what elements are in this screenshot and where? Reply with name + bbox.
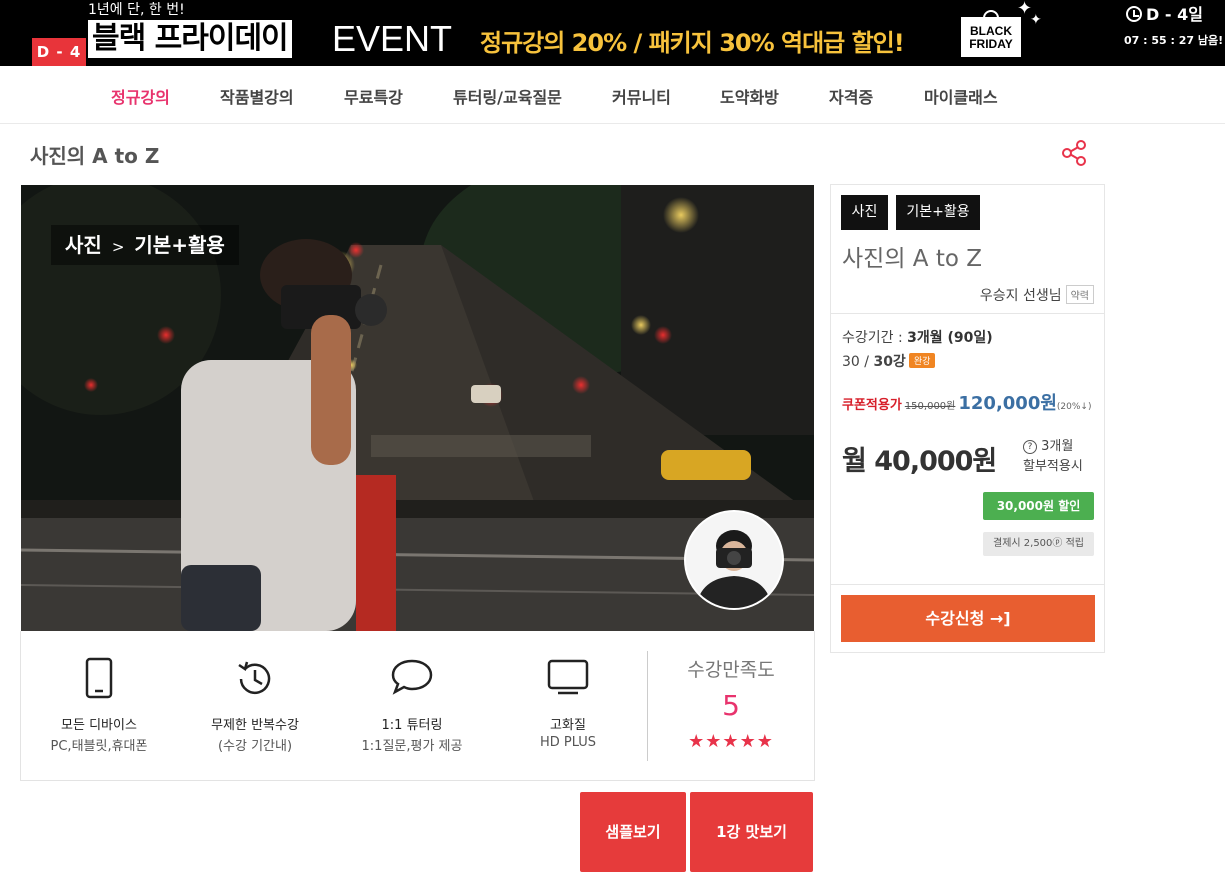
installment-months: 3개월 <box>1041 439 1074 454</box>
feature-desc: PC,태블릿,휴대폰 <box>50 739 148 754</box>
d-day-badge: D - 4 <box>32 38 86 66</box>
share-icon[interactable] <box>1059 138 1089 168</box>
feature-title: 모든 디바이스 <box>61 718 137 733</box>
nav-item-community[interactable]: 커뮤니티 <box>612 84 671 108</box>
final-price: 120,000원 <box>958 393 1057 414</box>
breadcrumb-category[interactable]: 사진 <box>65 233 102 257</box>
teacher-bio-button[interactable]: 약력 <box>1065 285 1094 304</box>
feature-title: 1:1 튜터링 <box>381 718 443 733</box>
clock-icon <box>1126 6 1142 22</box>
course-features: 모든 디바이스 PC,태블릿,휴대폰 무제한 반복수강 (수강 기간내) 1:1… <box>20 631 815 781</box>
divider <box>831 584 1104 585</box>
help-icon[interactable]: ? <box>1023 440 1037 454</box>
sample-button[interactable]: 샘플보기 <box>580 792 686 872</box>
star-rating: ★★★★★ <box>688 731 774 752</box>
points-badge: 결제시 2,500ⓟ 적립 <box>983 532 1094 556</box>
feature-desc: 1:1질문,평가 제공 <box>361 739 463 754</box>
history-icon <box>233 657 277 705</box>
price-line: 쿠폰적용가 150,000원 120,000원(20%↓) <box>842 389 1092 415</box>
teacher-name: 우승지 선생님 <box>979 288 1062 304</box>
original-price: 150,000원 <box>904 401 956 412</box>
coupon-label: 쿠폰적용가 <box>842 398 902 413</box>
monthly-price: 월 40,000원 <box>842 446 997 477</box>
period-label: 수강기간 : <box>842 330 908 346</box>
lessons-done: 30 <box>842 354 860 370</box>
breadcrumb: 사진 > 기본+활용 <box>51 225 239 265</box>
satisfaction-label: 수강만족도 <box>687 659 775 681</box>
category-tag[interactable]: 사진 <box>841 195 888 230</box>
nav-item-regular-courses[interactable]: 정규강의 <box>111 84 170 108</box>
black-friday-logo-text: BLACK FRIDAY <box>969 24 1013 51</box>
lessons-separator: / <box>859 354 874 370</box>
main-nav: 정규강의 작품별강의 무료특강 튜터링/교육질문 커뮤니티 도약화방 자격증 마… <box>0 66 1225 124</box>
countdown-days: D - 4일 <box>1126 2 1203 28</box>
feature-desc: HD PLUS <box>539 735 597 750</box>
discount-rate: (20%↓) <box>1056 402 1092 412</box>
course-hero-image: 사진 > 기본+활용 <box>21 185 814 631</box>
installment-info[interactable]: ? 3개월 할부적용시 <box>1023 437 1083 477</box>
feature-desc: (수강 기간내) <box>217 739 293 754</box>
sparkle-icon: ✦ <box>1030 12 1042 28</box>
feature-title: 무제한 반복수강 <box>211 718 299 733</box>
banner-event-text: EVENT <box>332 18 453 59</box>
course-period: 수강기간 : 3개월 (90일) <box>842 327 993 347</box>
complete-badge: 완강 <box>908 353 936 368</box>
breadcrumb-separator: > <box>111 238 125 256</box>
smartphone-icon <box>85 657 113 703</box>
divider <box>647 651 648 761</box>
nav-item-tutoring[interactable]: 튜터링/교육질문 <box>453 84 562 108</box>
chat-bubble-icon <box>390 657 434 701</box>
countdown-timer: 07 : 55 : 27 남음! <box>1124 34 1224 47</box>
lessons-total: 30강 <box>873 354 906 370</box>
teacher-info: 우승지 선생님 약력 <box>980 285 1094 305</box>
level-tag[interactable]: 기본+활용 <box>896 195 980 230</box>
nav-item-my-class[interactable]: 마이클래스 <box>924 84 998 108</box>
banner-black-friday-text: 블랙 프라이데이 <box>88 20 292 58</box>
nav-item-certificate[interactable]: 자격증 <box>829 84 873 108</box>
divider <box>831 313 1104 314</box>
course-title: 사진의 A to Z <box>842 246 982 272</box>
nav-item-courses-by-work[interactable]: 작품별강의 <box>220 84 294 108</box>
nav-item-doyak-studio[interactable]: 도약화방 <box>720 84 779 108</box>
trial-lesson-button[interactable]: 1강 맛보기 <box>690 792 813 872</box>
installment-note: 할부적용시 <box>1023 459 1083 474</box>
banner-once-text: 1년에 단, 한 번! <box>88 2 185 18</box>
teacher-avatar <box>684 510 784 610</box>
lesson-count: 30 / 30강 완강 <box>842 351 936 371</box>
purchase-panel: 사진 기본+활용 사진의 A to Z 우승지 선생님 약력 수강기간 : 3개월… <box>830 184 1105 653</box>
banner-promo-text: 정규강의 20% / 패키지 30% 역대급 할인! <box>480 29 905 57</box>
satisfaction-score: 5 <box>722 689 740 722</box>
discount-badge: 30,000원 할인 <box>983 492 1094 520</box>
monitor-icon <box>546 657 590 701</box>
nav-item-free-lectures[interactable]: 무료특강 <box>344 84 403 108</box>
breadcrumb-subcategory[interactable]: 기본+활용 <box>134 233 224 257</box>
page-title: 사진의 A to Z <box>30 144 160 168</box>
black-friday-logo: BLACK FRIDAY <box>961 17 1021 57</box>
countdown-days-text: D - 4일 <box>1146 5 1203 24</box>
event-banner[interactable]: D - 4 1년에 단, 한 번! 블랙 프라이데이 EVENT 정규강의 20… <box>0 0 1225 66</box>
feature-title: 고화질 <box>550 718 586 733</box>
period-value: 3개월 (90일) <box>907 330 993 346</box>
enroll-button[interactable]: 수강신청 →] <box>841 595 1095 642</box>
